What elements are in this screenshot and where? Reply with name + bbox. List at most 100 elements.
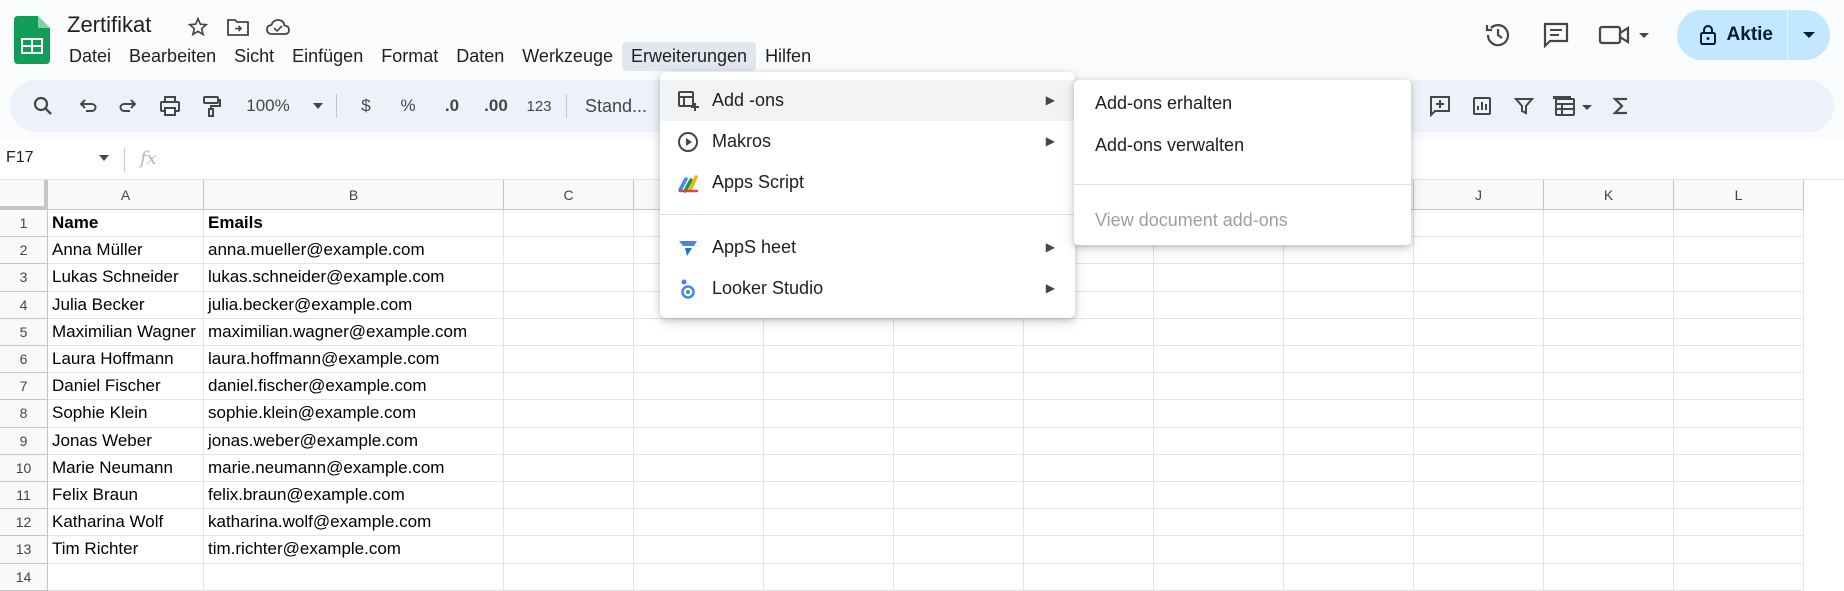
table-cell[interactable] [1414,264,1544,292]
header-cell[interactable] [1414,210,1544,238]
table-cell[interactable] [1284,427,1414,455]
table-cell[interactable] [764,454,894,482]
column-header-k[interactable]: K [1544,180,1674,210]
menu-item-makros[interactable]: Makros ▶ [660,121,1075,162]
table-cell[interactable] [1674,318,1804,346]
table-cell[interactable] [764,536,894,564]
column-header-c[interactable]: C [504,180,634,210]
table-cell[interactable] [1544,400,1674,428]
table-cell[interactable] [504,427,634,455]
menu-item-addons[interactable]: Add -ons ▶ [660,80,1075,121]
menu-item-appsheet[interactable]: AppS heet ▶ [660,227,1075,268]
table-cell[interactable]: laura.hoffmann@example.com [204,346,504,374]
table-cell[interactable]: Daniel Fischer [48,373,204,401]
table-cell[interactable] [1414,482,1544,510]
table-cell[interactable]: marie.neumann@example.com [204,454,504,482]
insert-comment-icon[interactable] [1424,80,1456,132]
table-cell[interactable] [1544,237,1674,265]
select-all-corner[interactable] [0,180,48,210]
header-cell[interactable] [1544,210,1674,238]
table-cell[interactable]: Tim Richter [48,536,204,564]
table-cell[interactable] [204,563,504,591]
share-button[interactable]: Aktie [1676,10,1830,60]
menu-sicht[interactable]: Sicht [225,42,283,71]
currency-format-button[interactable]: $ [352,80,380,132]
table-cell[interactable]: Jonas Weber [48,427,204,455]
table-cell[interactable] [764,509,894,537]
table-cell[interactable] [1284,291,1414,319]
table-cell[interactable] [1154,536,1284,564]
row-header[interactable]: 8 [0,400,48,428]
table-cell[interactable] [634,373,764,401]
table-cell[interactable] [1284,400,1414,428]
table-view-icon[interactable] [1548,80,1600,132]
table-cell[interactable] [1414,536,1544,564]
table-cell[interactable] [1544,346,1674,374]
font-select[interactable]: Stand... [576,80,656,132]
zoom-select[interactable]: 100% [238,80,298,132]
row-header[interactable]: 10 [0,454,48,482]
share-main[interactable]: Aktie [1677,10,1787,60]
table-cell[interactable] [764,563,894,591]
row-header[interactable]: 3 [0,264,48,292]
table-cell[interactable] [504,264,634,292]
table-cell[interactable] [764,427,894,455]
number-format-button[interactable]: 123 [522,80,556,132]
table-cell[interactable] [1674,264,1804,292]
table-cell[interactable] [1674,509,1804,537]
table-cell[interactable]: Marie Neumann [48,454,204,482]
row-header[interactable]: 2 [0,237,48,265]
percent-format-button[interactable]: % [394,80,422,132]
table-cell[interactable] [634,400,764,428]
table-cell[interactable] [1024,346,1154,374]
table-cell[interactable]: Katharina Wolf [48,509,204,537]
print-icon[interactable] [154,80,186,132]
table-cell[interactable] [1154,427,1284,455]
row-header[interactable]: 6 [0,346,48,374]
table-cell[interactable] [1674,346,1804,374]
table-cell[interactable] [1414,454,1544,482]
table-cell[interactable] [1414,400,1544,428]
table-cell[interactable] [634,454,764,482]
doc-title[interactable]: Zertifikat [67,12,151,38]
manage-addons-item[interactable]: Add-ons verwalten [1074,124,1411,166]
table-cell[interactable] [1024,400,1154,428]
table-cell[interactable] [1024,536,1154,564]
row-header[interactable]: 13 [0,536,48,564]
paint-format-icon[interactable] [196,80,226,132]
table-cell[interactable] [1544,454,1674,482]
table-cell[interactable] [1544,291,1674,319]
table-cell[interactable] [504,536,634,564]
column-header-a[interactable]: A [48,180,204,210]
table-cell[interactable] [1024,373,1154,401]
row-header[interactable]: 11 [0,482,48,510]
table-cell[interactable] [1154,318,1284,346]
star-icon[interactable] [185,14,211,40]
table-cell[interactable] [1024,318,1154,346]
table-cell[interactable] [1284,373,1414,401]
table-cell[interactable] [764,346,894,374]
share-dropdown[interactable] [1788,10,1830,60]
row-header[interactable]: 1 [0,210,48,238]
table-cell[interactable] [1674,563,1804,591]
table-cell[interactable] [504,454,634,482]
row-header[interactable]: 4 [0,291,48,319]
table-cell[interactable]: Lukas Schneider [48,264,204,292]
table-cell[interactable]: Laura Hoffmann [48,346,204,374]
get-addons-item[interactable]: Add-ons erhalten [1074,82,1411,124]
column-header-b[interactable]: B [204,180,504,210]
table-cell[interactable] [1284,454,1414,482]
table-cell[interactable]: jonas.weber@example.com [204,427,504,455]
table-cell[interactable] [894,509,1024,537]
redo-icon[interactable] [114,80,144,132]
table-cell[interactable] [1414,427,1544,455]
search-menus-icon[interactable] [26,80,60,132]
table-cell[interactable] [1544,373,1674,401]
table-cell[interactable]: Julia Becker [48,291,204,319]
table-cell[interactable] [1414,318,1544,346]
table-cell[interactable] [504,318,634,346]
name-box[interactable]: F17 [6,149,34,167]
table-cell[interactable]: Sophie Klein [48,400,204,428]
menu-item-looker-studio[interactable]: Looker Studio ▶ [660,268,1075,309]
table-cell[interactable] [504,563,634,591]
